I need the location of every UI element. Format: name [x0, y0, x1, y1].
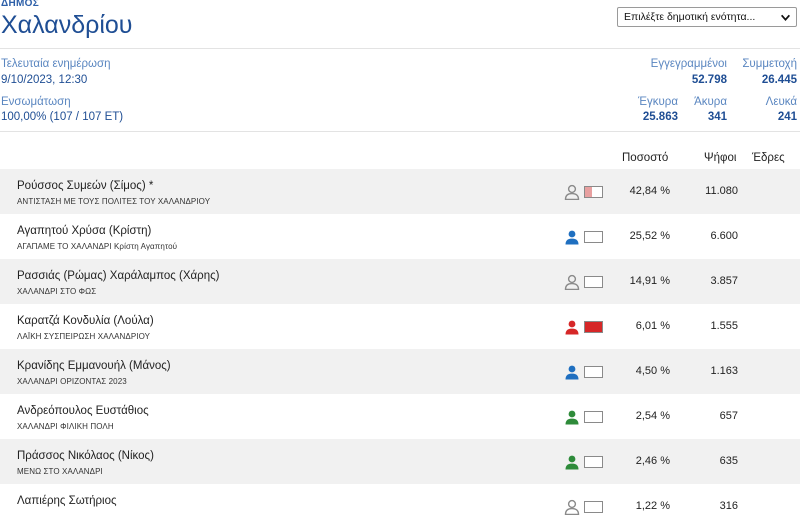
seat-share-fill — [585, 322, 602, 332]
seat-share-box — [584, 276, 603, 288]
seat-share-fill — [585, 187, 593, 197]
blank-value: 241 — [777, 111, 797, 123]
municipal-unit-select[interactable]: Επιλέξτε δημοτική ενότητα... — [617, 7, 797, 27]
municipality-label: ΔΗΜΟΣ — [1, 0, 40, 9]
vote-percent: 25,52 % — [629, 230, 670, 242]
table-row[interactable]: Ανδρεόπουλος Ευστάθιος ΧΑΛΑΝΔΡΙ ΦΙΛΙΚΗ ΠΟ… — [0, 394, 800, 439]
column-header-percent: Ποσοστό — [622, 152, 669, 164]
table-row[interactable]: Ρασσιάς (Ρώμας) Χαράλαμπος (Χάρης) ΧΑΛΑΝΔ… — [0, 259, 800, 304]
vote-count: 3.857 — [710, 275, 738, 287]
person-icon — [565, 230, 579, 245]
registered-label: Εγγεγραμμένοι — [650, 58, 727, 70]
candidate-name: Αγαπητού Χρύσα (Κρίστη) — [17, 225, 152, 237]
results-table: Ρούσσος Συμεών (Σίμος) * ΑΝΤΙΣΤΑΣΗ ΜΕ ΤΟΥ… — [0, 169, 800, 529]
municipality-name: Χαλανδρίου — [1, 11, 133, 39]
seat-share-box — [584, 456, 603, 468]
integration-value: 100,00% (107 / 107 ΕΤ) — [1, 111, 124, 123]
candidate-name: Ρασσιάς (Ρώμας) Χαράλαμπος (Χάρης) — [17, 270, 220, 282]
vote-count: 657 — [719, 410, 738, 422]
vote-percent: 42,84 % — [629, 185, 670, 197]
party-name: ΧΑΛΑΝΔΡΙ ΦΙΛΙΚΗ ΠΟΛΗ — [17, 422, 114, 431]
vote-count: 6.600 — [710, 230, 738, 242]
party-name: ΧΑΛΑΝΔΡΙ ΟΡΙΖΟΝΤΑΣ 2023 — [17, 377, 127, 386]
candidate-name: Ρούσσος Συμεών (Σίμος) * — [17, 180, 154, 192]
page-header: ΔΗΜΟΣ Χαλανδρίου Επιλέξτε δημοτική ενότη… — [0, 0, 800, 49]
seat-share-box — [584, 231, 603, 243]
person-icon — [564, 274, 580, 290]
seat-share-box — [584, 186, 603, 198]
table-row[interactable]: Καρατζά Κονδυλία (Λούλα) ΛΑΪΚΗ ΣΥΣΠΕΙΡΩΣΗ… — [0, 304, 800, 349]
table-row[interactable]: Αγαπητού Χρύσα (Κρίστη) ΑΓΑΠΑΜΕ ΤΟ ΧΑΛΑΝΔ… — [0, 214, 800, 259]
candidate-name: Λαπιέρης Σωτήριος — [17, 495, 117, 507]
candidate-name: Πράσσος Νικόλαος (Νίκος) — [17, 450, 154, 462]
invalid-label: Άκυρα — [694, 96, 727, 108]
candidate-name: Κρανίδης Εμμανουήλ (Μάνος) — [17, 360, 171, 372]
table-row[interactable]: Λαπιέρης Σωτήριος 1,22 % 316 — [0, 484, 800, 529]
candidate-name: Ανδρεόπουλος Ευστάθιος — [17, 405, 149, 417]
municipal-unit-select-value: Επιλέξτε δημοτική ενότητα... — [624, 11, 756, 23]
vote-percent: 1,22 % — [635, 500, 670, 512]
vote-percent: 2,46 % — [635, 455, 670, 467]
vote-count: 1.163 — [710, 365, 738, 377]
turnout-label: Συμμετοχή — [742, 58, 797, 70]
column-header-votes: Ψήφοι — [704, 152, 737, 164]
person-icon — [565, 455, 579, 470]
candidate-name: Καρατζά Κονδυλία (Λούλα) — [17, 315, 154, 327]
blank-label: Λευκά — [765, 96, 797, 108]
party-name: ΑΝΤΙΣΤΑΣΗ ΜΕ ΤΟΥΣ ΠΟΛΙΤΕΣ ΤΟΥ ΧΑΛΑΝΔΡΙΟΥ — [17, 197, 211, 206]
integration-label: Ενσωμάτωση — [1, 96, 71, 108]
party-name: ΧΑΛΑΝΔΡΙ ΣΤΟ ΦΩΣ — [17, 287, 97, 296]
summary-panel: Τελευταία ενημέρωση 9/10/2023, 12:30 Ενσ… — [0, 49, 800, 132]
table-row[interactable]: Πράσσος Νικόλαος (Νίκος) ΜΕΝΩ ΣΤΟ ΧΑΛΑΝΔΡ… — [0, 439, 800, 484]
person-icon — [565, 320, 579, 335]
table-row[interactable]: Ρούσσος Συμεών (Σίμος) * ΑΝΤΙΣΤΑΣΗ ΜΕ ΤΟΥ… — [0, 169, 800, 214]
vote-count: 1.555 — [710, 320, 738, 332]
vote-percent: 14,91 % — [629, 275, 670, 287]
seat-share-box — [584, 366, 603, 378]
party-name: ΑΓΑΠΑΜΕ ΤΟ ΧΑΛΑΝΔΡΙ Κρίστη Αγαπητού — [17, 242, 178, 251]
last-update-value: 9/10/2023, 12:30 — [1, 74, 88, 86]
invalid-value: 341 — [707, 111, 727, 123]
party-name: ΜΕΝΩ ΣΤΟ ΧΑΛΑΝΔΡΙ — [17, 467, 103, 476]
party-name: ΛΑΪΚΗ ΣΥΣΠΕΙΡΩΣΗ ΧΑΛΑΝΔΡΙΟΥ — [17, 332, 151, 341]
column-header-seats: Έδρες — [752, 152, 785, 164]
vote-count: 635 — [719, 455, 738, 467]
seat-share-box — [584, 321, 603, 333]
vote-count: 11.080 — [705, 185, 738, 197]
person-icon — [564, 184, 580, 200]
valid-label: Έγκυρα — [638, 96, 678, 108]
vote-percent: 4,50 % — [635, 365, 670, 377]
turnout-value: 26.445 — [761, 74, 797, 86]
person-icon — [565, 410, 579, 425]
vote-percent: 6,01 % — [635, 320, 670, 332]
person-icon — [565, 365, 579, 380]
chevron-down-icon — [780, 14, 791, 22]
vote-percent: 2,54 % — [635, 410, 670, 422]
valid-value: 25.863 — [642, 111, 678, 123]
seat-share-box — [584, 411, 603, 423]
seat-share-box — [584, 501, 603, 513]
last-update-label: Τελευταία ενημέρωση — [1, 58, 111, 70]
results-table-header: Ποσοστό Ψήφοι Έδρες — [0, 132, 800, 169]
registered-value: 52.798 — [691, 74, 727, 86]
table-row[interactable]: Κρανίδης Εμμανουήλ (Μάνος) ΧΑΛΑΝΔΡΙ ΟΡΙΖΟ… — [0, 349, 800, 394]
vote-count: 316 — [719, 500, 738, 512]
